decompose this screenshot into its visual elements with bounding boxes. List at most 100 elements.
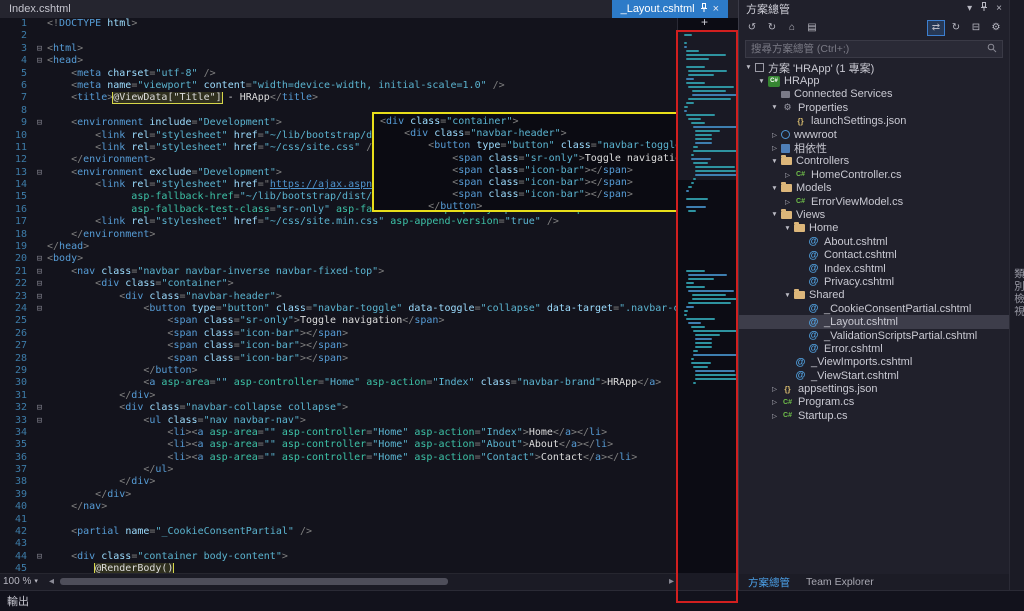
editor-horizontal-scrollbar[interactable]: 100 % ▾ ◂ ▸: [0, 573, 677, 588]
fold-marker-icon[interactable]: ⊟: [32, 278, 47, 290]
collapsed-arrow-icon[interactable]: ▷: [769, 412, 780, 420]
tree-item[interactable]: ▼ Controllers: [739, 155, 1009, 168]
collapsed-arrow-icon[interactable]: ▷: [782, 198, 793, 206]
code-line[interactable]: 41: [0, 514, 677, 526]
code-line[interactable]: 34 <li><a asp-area="" asp-controller="Ho…: [0, 427, 677, 439]
tree-item[interactable]: @ _ViewStart.cshtml: [739, 369, 1009, 382]
code-line[interactable]: 45 @RenderBody(): [0, 563, 677, 573]
scrollbar-thumb[interactable]: [60, 577, 449, 585]
tree-item[interactable]: ▷ {} appsettings.json: [739, 382, 1009, 395]
code-line[interactable]: 17 <link rel="stylesheet" href="~/css/si…: [0, 216, 677, 228]
code-line[interactable]: 38 </div>: [0, 476, 677, 488]
tree-item[interactable]: @ About.cshtml: [739, 235, 1009, 248]
tree-item[interactable]: Connected Services: [739, 88, 1009, 101]
tree-item[interactable]: @ Contact.cshtml: [739, 248, 1009, 261]
tree-item[interactable]: @ Error.cshtml: [739, 342, 1009, 355]
show-all-files-icon[interactable]: ▤: [803, 20, 821, 36]
scrollbar-track[interactable]: [58, 577, 665, 586]
expanded-arrow-icon[interactable]: ▼: [743, 64, 754, 71]
collapsed-arrow-icon[interactable]: ▷: [769, 144, 780, 152]
tree-item[interactable]: ▼ 方案 'HRApp' (1 專案): [739, 61, 1009, 75]
pin-icon[interactable]: [980, 2, 988, 15]
code-line[interactable]: 44 ⊟ <div class="container body-content">: [0, 551, 677, 563]
scroll-left-icon[interactable]: ◂: [49, 576, 54, 587]
code-line[interactable]: <span class="icon-bar"></span>: [380, 165, 676, 177]
collapsed-arrow-icon[interactable]: ▷: [769, 385, 780, 393]
code-line[interactable]: 27 <span class="icon-bar"></span>: [0, 340, 677, 352]
properties-icon[interactable]: ⚙: [987, 20, 1005, 36]
code-line[interactable]: 6 <meta name="viewport" content="width=d…: [0, 80, 677, 92]
code-line[interactable]: 2: [0, 30, 677, 42]
tree-item[interactable]: @ _CookieConsentPartial.cshtml: [739, 302, 1009, 315]
tree-item[interactable]: @ Privacy.cshtml: [739, 275, 1009, 288]
tab-index-cshtml[interactable]: Index.cshtml: [0, 0, 80, 18]
code-line[interactable]: 33 ⊟ <ul class="nav navbar-nav">: [0, 415, 677, 427]
code-line[interactable]: <span class="icon-bar"></span>: [380, 177, 676, 189]
tree-item[interactable]: ▼ C# HRApp: [739, 74, 1009, 87]
code-line[interactable]: 19 </head>: [0, 241, 677, 253]
tree-item[interactable]: ▷ C# ErrorViewModel.cs: [739, 195, 1009, 208]
se-tree[interactable]: ▼ 方案 'HRApp' (1 專案) ▼ C# HRApp Connected Serv…: [739, 61, 1009, 574]
code-line[interactable]: </button>: [380, 201, 676, 210]
expanded-arrow-icon[interactable]: ▼: [782, 292, 793, 299]
fold-marker-icon[interactable]: ⊟: [32, 55, 47, 67]
split-handle-plus-icon[interactable]: +: [701, 15, 708, 29]
tree-item[interactable]: @ _Layout.cshtml: [739, 315, 1009, 329]
zoom-control[interactable]: 100 % ▾: [3, 576, 45, 587]
minimap-scrollbar[interactable]: [677, 18, 739, 573]
expanded-arrow-icon[interactable]: ▼: [756, 78, 767, 85]
code-line[interactable]: 37 </ul>: [0, 464, 677, 476]
search-box[interactable]: [745, 40, 1003, 58]
output-tab[interactable]: 輸出: [7, 593, 29, 609]
expanded-arrow-icon[interactable]: ▼: [782, 225, 793, 232]
code-line[interactable]: 26 <span class="icon-bar"></span>: [0, 328, 677, 340]
code-area[interactable]: 1 <!DOCTYPE html> 2 3 ⊟ <html> 4 ⊟ <head> 5 <meta…: [0, 18, 677, 573]
tree-item[interactable]: @ _ViewImports.cshtml: [739, 356, 1009, 369]
tree-item[interactable]: ▼ Home: [739, 222, 1009, 235]
fold-marker-icon[interactable]: ⊟: [32, 402, 47, 414]
search-input[interactable]: [751, 43, 987, 55]
code-line[interactable]: 42 <partial name="_CookieConsentPartial"…: [0, 526, 677, 538]
code-line[interactable]: <div class="navbar-header">: [380, 128, 676, 140]
home-icon[interactable]: ⌂: [783, 20, 801, 36]
tree-item[interactable]: @ Index.cshtml: [739, 262, 1009, 275]
expanded-arrow-icon[interactable]: ▼: [769, 158, 780, 165]
code-line[interactable]: 21 ⊟ <nav class="navbar navbar-inverse na…: [0, 266, 677, 278]
code-line[interactable]: 39 </div>: [0, 489, 677, 501]
collapsed-arrow-icon[interactable]: ▷: [769, 131, 780, 139]
code-line[interactable]: <div class="container">: [380, 116, 676, 128]
code-editor[interactable]: 1 <!DOCTYPE html> 2 3 ⊟ <html> 4 ⊟ <head> 5 <meta…: [0, 18, 677, 573]
back-icon[interactable]: ↺: [743, 20, 761, 36]
tree-item[interactable]: ▷ C# Startup.cs: [739, 409, 1009, 422]
code-line[interactable]: <span class="icon-bar"></span>: [380, 189, 676, 201]
code-line[interactable]: 36 <li><a asp-area="" asp-controller="Ho…: [0, 452, 677, 464]
tree-item[interactable]: @ _ValidationScriptsPartial.cshtml: [739, 329, 1009, 342]
code-line[interactable]: 1 <!DOCTYPE html>: [0, 18, 677, 30]
code-line[interactable]: 23 ⊟ <div class="navbar-header">: [0, 291, 677, 303]
code-line[interactable]: <button type="button" class="navbar-togg…: [380, 140, 676, 152]
close-panel-icon[interactable]: ×: [996, 3, 1002, 14]
tree-item[interactable]: ▼ Views: [739, 208, 1009, 221]
collapsed-arrow-icon[interactable]: ▷: [782, 171, 793, 179]
code-line[interactable]: 4 ⊟ <head>: [0, 55, 677, 67]
panel-tab-solution-explorer[interactable]: 方案總管: [748, 575, 790, 590]
forward-icon[interactable]: ↻: [763, 20, 781, 36]
solution-explorer-header[interactable]: 方案總管 ▾ ×: [739, 0, 1009, 17]
tree-item[interactable]: ▷ 相依性: [739, 141, 1009, 155]
code-line[interactable]: 35 <li><a asp-area="" asp-controller="Ho…: [0, 439, 677, 451]
fold-marker-icon[interactable]: ⊟: [32, 253, 47, 265]
window-position-icon[interactable]: ▾: [967, 3, 972, 14]
code-line[interactable]: 20 ⊟ <body>: [0, 253, 677, 265]
refresh-icon[interactable]: ↻: [947, 20, 965, 36]
fold-marker-icon[interactable]: ⊟: [32, 551, 47, 563]
auto-hide-tab-class-view[interactable]: 類別檢視: [1012, 268, 1024, 318]
expanded-arrow-icon[interactable]: ▼: [769, 211, 780, 218]
tree-item[interactable]: ▷ C# HomeController.cs: [739, 168, 1009, 181]
tree-item[interactable]: {} launchSettings.json: [739, 115, 1009, 128]
panel-tab-team-explorer[interactable]: Team Explorer: [806, 576, 874, 588]
code-line[interactable]: 22 ⊟ <div class="container">: [0, 278, 677, 290]
code-line[interactable]: 43: [0, 538, 677, 550]
tree-item[interactable]: ▷ C# Program.cs: [739, 396, 1009, 409]
fold-marker-icon[interactable]: ⊟: [32, 117, 47, 129]
fold-marker-icon[interactable]: ⊟: [32, 167, 47, 179]
